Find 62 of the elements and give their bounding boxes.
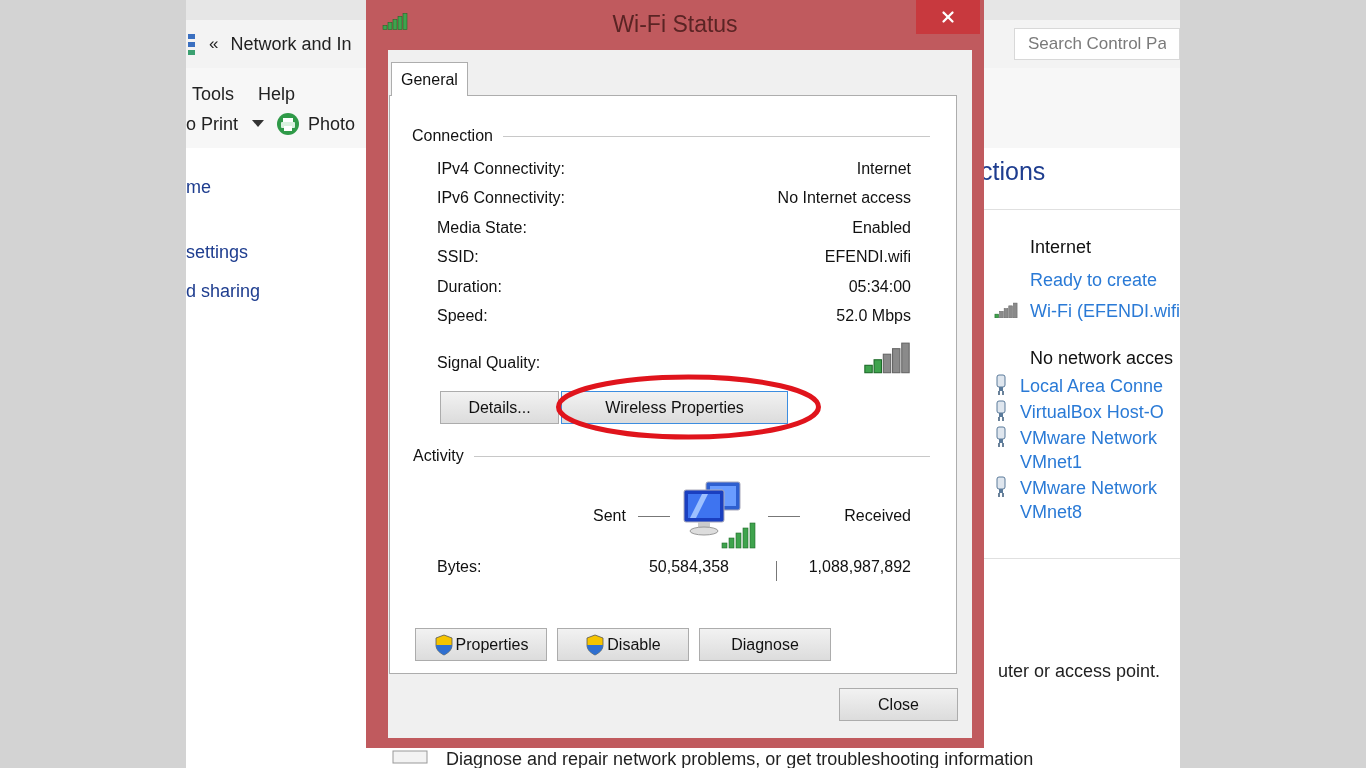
field-label: SSID: [437,247,479,268]
nav-link[interactable]: settings [186,239,366,266]
received-label: Received [844,506,911,526]
address-path[interactable]: Network and In [230,30,352,58]
connection-link[interactable]: VMware Network [1020,475,1158,500]
field-value: Internet [856,158,911,179]
signal-bars-icon [382,12,408,30]
connection-link[interactable]: VMnet1 [1020,449,1158,474]
menu-item[interactable]: Help [258,80,296,108]
network-plug-icon [994,475,1008,498]
close-button[interactable] [916,0,980,34]
sent-label: Sent [593,506,626,526]
sent-bytes: 50,584,358 [647,557,729,577]
dialog-button[interactable]: Disable [557,628,689,661]
network-status[interactable]: Ready to create [990,266,1180,294]
field-label: Speed: [437,306,488,327]
task-description: uter or access point. [997,660,1160,683]
field-label: IPv4 Connectivity: [437,158,566,179]
connection-link[interactable]: Wi-Fi (EFENDI.wifi [1030,298,1180,323]
connection-link[interactable]: VMnet8 [1020,499,1158,524]
field-value: No Internet access [777,188,911,209]
back-chevron[interactable]: « [209,31,219,57]
task-description: Diagnose and repair network problems, or get troubleshooting information [446,750,1034,768]
search-field[interactable]: Search Control Pa [1014,28,1180,60]
print-button[interactable]: o Print [186,110,239,138]
received-bytes: 1,088,987,892 [808,557,911,577]
group-label: Connection [412,126,493,146]
dialog-button[interactable]: Diagnose [699,628,831,661]
printer-icon [276,112,301,136]
connection-link[interactable]: VMware Network [1020,425,1158,450]
group-label: Activity [413,446,464,466]
dropdown-caret-icon[interactable] [252,120,265,128]
network-category: No network acces [1029,346,1175,370]
close-icon [939,8,957,26]
signal-bars-icon [994,301,1018,318]
field-value: Enabled [852,217,911,238]
network-category: Internet [1029,235,1093,259]
close-dialog-button[interactable]: Close [839,688,958,721]
dialog-button[interactable]: Details... [440,391,559,424]
dialog-button[interactable]: Properties [415,628,547,661]
connection-link[interactable]: Local Area Conne [1020,373,1164,398]
menu-item[interactable]: Tools [192,80,235,108]
network-plug-icon [994,373,1008,396]
field-label: Bytes: [437,557,483,577]
field-label: Signal Quality: [437,353,541,373]
control-panel-icon [187,32,197,56]
field-label: Duration: [437,276,502,297]
dialog-button[interactable]: Wireless Properties [561,391,788,424]
photo-button[interactable]: Photo [308,110,356,138]
nav-link[interactable]: d sharing [186,278,366,305]
field-label: IPv6 Connectivity: [437,188,566,209]
connection-link[interactable]: VirtualBox Host-O [1020,399,1164,424]
field-label: Media State: [437,217,527,238]
tab[interactable]: General [391,62,468,96]
field-value: 05:34:00 [848,276,911,297]
task-icon [392,750,428,764]
field-value: 52.0 Mbps [836,306,911,327]
window-title: Wi-Fi Status [612,9,738,39]
nav-link[interactable]: me [186,174,366,201]
network-plug-icon [994,425,1008,448]
network-plug-icon [994,399,1008,422]
field-value: EFENDI.wifi [824,247,911,268]
